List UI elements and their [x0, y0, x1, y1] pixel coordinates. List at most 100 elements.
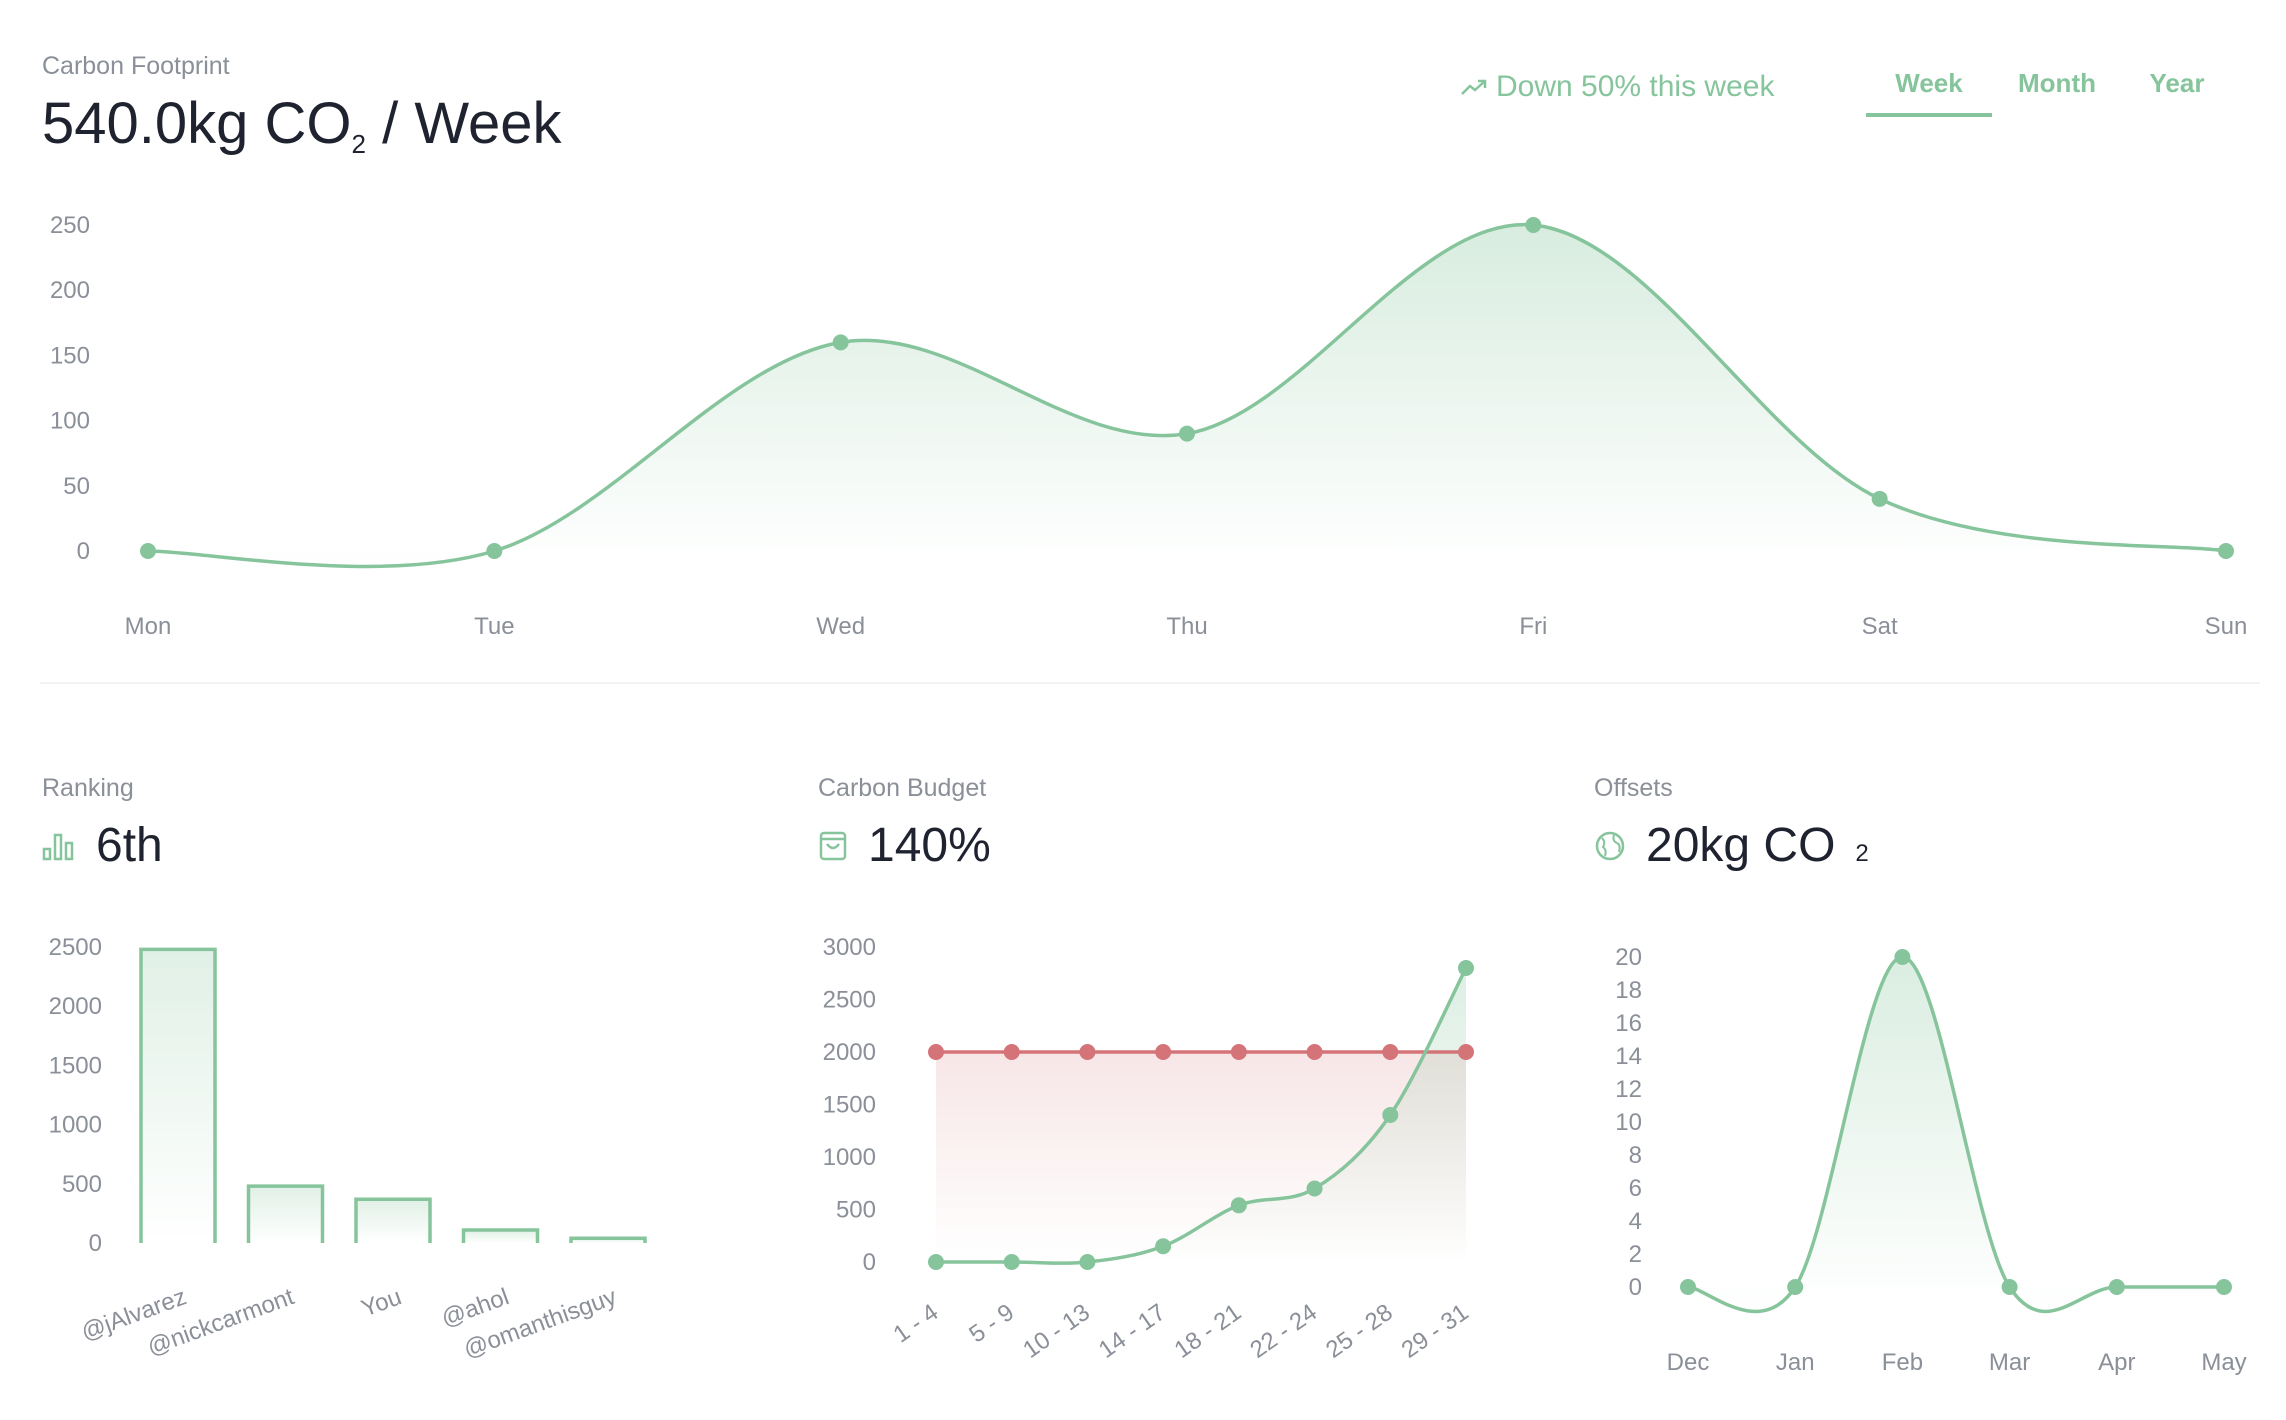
- y-tick-label: 150: [50, 342, 90, 369]
- actual-point: [1230, 1197, 1247, 1214]
- x-tick-label: 25 - 28: [1321, 1299, 1398, 1364]
- area-fill: [148, 224, 2226, 567]
- y-tick-label: 2000: [823, 1039, 876, 1066]
- y-tick-label: 10: [1615, 1109, 1642, 1136]
- y-tick-label: 100: [50, 408, 90, 435]
- bar: [139, 947, 217, 1243]
- ranking-number: 6th: [96, 819, 163, 872]
- data-point: [140, 543, 156, 559]
- weekly-footprint-chart: 0 50 100 150 200 250 Mon Tue Wed Thu Fri Sat Sun: [50, 212, 2248, 640]
- actual-point: [1079, 1254, 1096, 1270]
- y-tick-label: 1000: [823, 1144, 876, 1171]
- y-tick-label: 14: [1615, 1043, 1642, 1070]
- y-tick-label: 0: [1629, 1274, 1642, 1301]
- data-point: [2001, 1279, 2018, 1295]
- x-tick-label: Sun: [2205, 613, 2248, 640]
- x-tick-label: Dec: [1667, 1349, 1710, 1376]
- data-point: [1871, 490, 1888, 507]
- bar: [354, 1197, 432, 1243]
- x-tick-label: Sat: [1862, 613, 1898, 640]
- budget-point: [1306, 1044, 1323, 1060]
- bar: [569, 1236, 647, 1243]
- actual-point: [1382, 1107, 1399, 1123]
- y-tick-label: 18: [1615, 977, 1642, 1004]
- y-tick-label: 2: [1629, 1241, 1642, 1268]
- y-tick-label: 50: [63, 473, 90, 500]
- carbon-budget-chart: 0 500 1000 1500 2000 2500 3000 1 - 4 5 - 9 10 - 1…: [823, 934, 1474, 1364]
- x-tick-label: Apr: [2098, 1349, 2135, 1376]
- x-tick-label: Fri: [1519, 613, 1547, 640]
- y-tick-label: 4: [1629, 1208, 1642, 1235]
- budget-point: [1003, 1044, 1020, 1060]
- budget-point: [1079, 1044, 1096, 1060]
- shopping-bag-icon: [819, 831, 847, 860]
- x-tick-label: 10 - 13: [1018, 1299, 1095, 1364]
- ranking-label: Ranking: [42, 774, 134, 802]
- x-tick-label: Wed: [816, 613, 865, 640]
- y-tick-label: 2500: [49, 934, 102, 961]
- y-tick-label: 8: [1629, 1142, 1642, 1169]
- bar: [461, 1228, 540, 1243]
- y-tick-label: 2000: [49, 993, 102, 1020]
- y-tick-label: 0: [77, 538, 90, 565]
- y-tick-label: 0: [863, 1249, 876, 1276]
- offsets-value: 20kg CO 2: [1594, 818, 1869, 873]
- y-tick-label: 12: [1615, 1076, 1642, 1103]
- ranking-value: 6th: [42, 818, 163, 873]
- x-tick-label: 5 - 9: [964, 1299, 1019, 1349]
- y-tick-label: 500: [62, 1171, 102, 1198]
- y-tick-label: 500: [836, 1197, 876, 1224]
- y-tick-label: 6: [1629, 1175, 1642, 1202]
- data-point: [1894, 949, 1911, 965]
- budget-number: 140%: [868, 819, 991, 872]
- data-point: [2216, 1279, 2232, 1295]
- actual-point: [1306, 1180, 1323, 1197]
- data-point: [1525, 217, 1542, 233]
- bar: [246, 1184, 325, 1243]
- y-tick-label: 20: [1615, 944, 1642, 971]
- x-tick-label: Thu: [1166, 613, 1207, 640]
- x-tick-label: 29 - 31: [1397, 1299, 1474, 1364]
- x-tick-label: 1 - 4: [889, 1299, 944, 1349]
- y-tick-label: 1500: [823, 1092, 876, 1119]
- data-point: [2108, 1279, 2125, 1295]
- budget-point: [1155, 1044, 1172, 1060]
- offsets-number: 20kg CO: [1646, 819, 1836, 872]
- data-point: [1787, 1279, 1804, 1295]
- offsets-label: Offsets: [1594, 774, 1673, 802]
- globe-icon: [1595, 831, 1625, 860]
- x-tick-label: Feb: [1882, 1349, 1923, 1376]
- area-fill: [1688, 957, 2224, 1312]
- x-tick-label: Mar: [1989, 1349, 2030, 1376]
- data-point: [1680, 1279, 1696, 1295]
- actual-point: [1155, 1238, 1172, 1255]
- x-tick-label: 14 - 17: [1094, 1299, 1171, 1364]
- x-tick-label: You: [358, 1283, 405, 1322]
- offsets-subscript: 2: [1855, 839, 1869, 867]
- offsets-chart: 0 2 4 6 8 10 12 14 16 18 20 Dec Jan Feb Mar Apr May: [1615, 944, 2246, 1376]
- actual-point: [1003, 1254, 1020, 1270]
- y-tick-label: 0: [89, 1230, 102, 1257]
- x-tick-label: Jan: [1776, 1349, 1815, 1376]
- x-tick-label: 18 - 21: [1170, 1299, 1247, 1364]
- y-tick-label: 2500: [823, 987, 876, 1014]
- actual-point: [1458, 960, 1474, 976]
- x-tick-label: May: [2201, 1349, 2246, 1376]
- section-divider: [40, 682, 2260, 684]
- budget-point: [928, 1044, 944, 1060]
- y-tick-label: 250: [50, 212, 90, 239]
- budget-label: Carbon Budget: [818, 774, 987, 802]
- budget-point: [1230, 1044, 1247, 1060]
- x-tick-label: Mon: [125, 613, 172, 640]
- ranking-chart: 05001000150020002500@jAlvarez@nickcarmon…: [49, 934, 647, 1364]
- data-point: [2218, 543, 2234, 559]
- data-point: [832, 334, 849, 351]
- y-tick-label: 1500: [49, 1052, 102, 1079]
- y-tick-label: 16: [1615, 1010, 1642, 1037]
- data-point: [1179, 425, 1195, 442]
- budget-point: [1382, 1044, 1399, 1060]
- data-point: [486, 543, 503, 559]
- y-tick-label: 1000: [49, 1112, 102, 1139]
- x-tick-label: 22 - 24: [1245, 1299, 1322, 1364]
- budget-point: [1458, 1044, 1474, 1060]
